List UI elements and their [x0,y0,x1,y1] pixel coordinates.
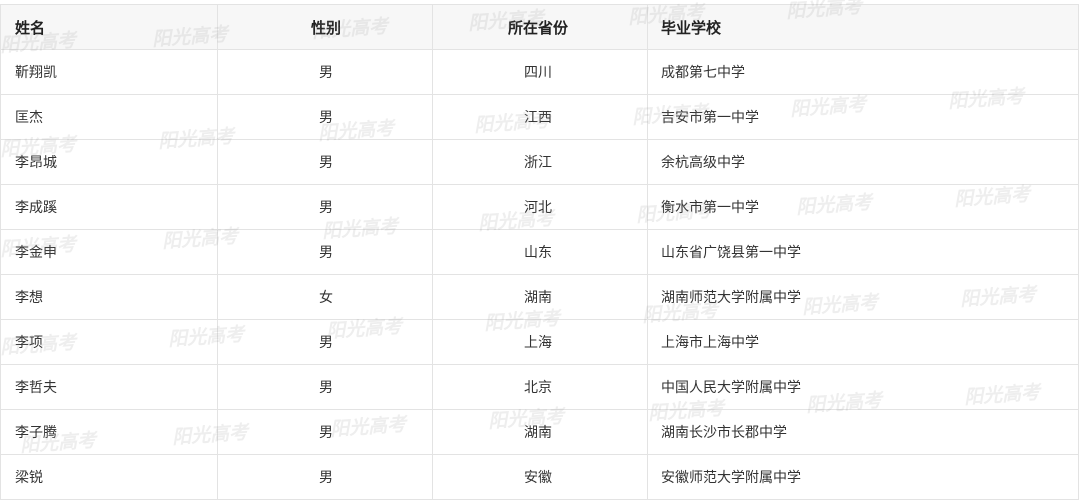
cell-school: 衡水市第一中学 [647,184,1079,230]
table-row: 李哲夫 男 北京 中国人民大学附属中学 [0,364,1079,410]
table-row: 李金申 男 山东 山东省广饶县第一中学 [0,229,1079,275]
cell-gender: 男 [217,94,433,140]
table-row: 李项 男 上海 上海市上海中学 [0,319,1079,365]
cell-school: 湖南长沙市长郡中学 [647,409,1079,455]
header-province: 所在省份 [432,4,648,50]
cell-school: 吉安市第一中学 [647,94,1079,140]
cell-school: 安徽师范大学附属中学 [647,454,1079,500]
cell-gender: 男 [217,184,433,230]
cell-gender: 男 [217,49,433,95]
cell-gender: 男 [217,409,433,455]
table-row: 匡杰 男 江西 吉安市第一中学 [0,94,1079,140]
cell-name: 李子腾 [0,409,218,455]
cell-name: 李金申 [0,229,218,275]
cell-school: 中国人民大学附属中学 [647,364,1079,410]
cell-name: 匡杰 [0,94,218,140]
table-header-row: 姓名 性别 所在省份 毕业学校 [0,4,1079,50]
cell-gender: 男 [217,229,433,275]
cell-province: 江西 [432,94,648,140]
cell-province: 河北 [432,184,648,230]
cell-gender: 男 [217,319,433,365]
cell-gender: 女 [217,274,433,320]
header-school: 毕业学校 [647,4,1079,50]
cell-name: 梁锐 [0,454,218,500]
table-row: 李昂城 男 浙江 余杭高级中学 [0,139,1079,185]
cell-province: 浙江 [432,139,648,185]
table-row: 李子腾 男 湖南 湖南长沙市长郡中学 [0,409,1079,455]
cell-gender: 男 [217,139,433,185]
table-row: 李成蹊 男 河北 衡水市第一中学 [0,184,1079,230]
cell-province: 湖南 [432,409,648,455]
cell-name: 李成蹊 [0,184,218,230]
cell-province: 安徽 [432,454,648,500]
cell-province: 四川 [432,49,648,95]
cell-province: 山东 [432,229,648,275]
student-table: 姓名 性别 所在省份 毕业学校 靳翔凯 男 四川 成都第七中学 匡杰 男 江西 … [0,4,1079,500]
table-row: 靳翔凯 男 四川 成都第七中学 [0,49,1079,95]
cell-school: 成都第七中学 [647,49,1079,95]
cell-school: 上海市上海中学 [647,319,1079,365]
cell-name: 李项 [0,319,218,365]
cell-province: 湖南 [432,274,648,320]
cell-gender: 男 [217,364,433,410]
cell-name: 李昂城 [0,139,218,185]
cell-name: 李想 [0,274,218,320]
cell-school: 余杭高级中学 [647,139,1079,185]
student-table-container: 姓名 性别 所在省份 毕业学校 靳翔凯 男 四川 成都第七中学 匡杰 男 江西 … [0,4,1079,500]
cell-province: 北京 [432,364,648,410]
cell-school: 山东省广饶县第一中学 [647,229,1079,275]
header-gender: 性别 [217,4,433,50]
cell-name: 李哲夫 [0,364,218,410]
cell-province: 上海 [432,319,648,365]
cell-name: 靳翔凯 [0,49,218,95]
header-name: 姓名 [0,4,218,50]
cell-gender: 男 [217,454,433,500]
table-row: 李想 女 湖南 湖南师范大学附属中学 [0,274,1079,320]
cell-school: 湖南师范大学附属中学 [647,274,1079,320]
table-row: 梁锐 男 安徽 安徽师范大学附属中学 [0,454,1079,500]
